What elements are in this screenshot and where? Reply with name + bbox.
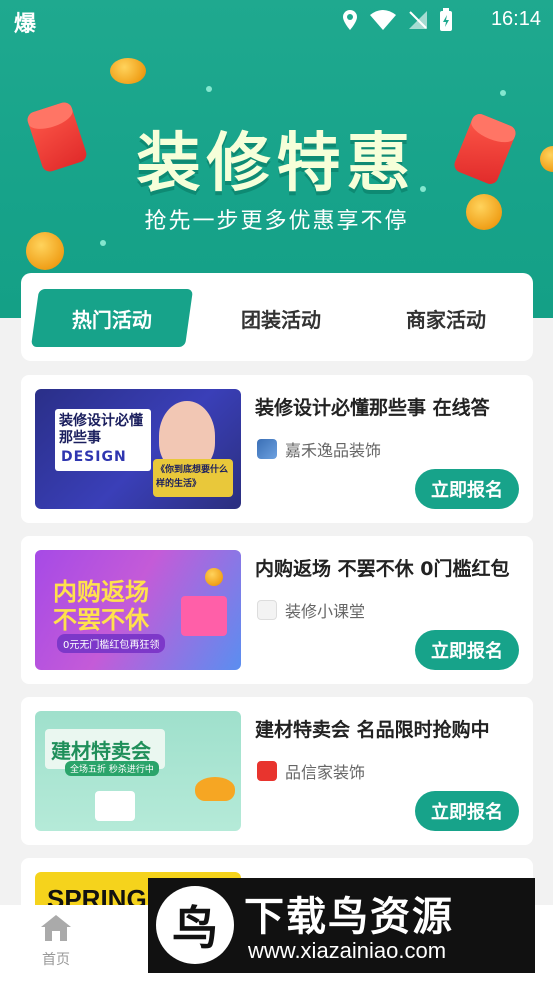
- shop-name: 品信家装饰: [285, 763, 366, 782]
- tab-merchant-activities[interactable]: 商家活动: [386, 289, 506, 347]
- tab-group-activities[interactable]: 团装活动: [221, 289, 341, 347]
- activity-card[interactable]: 内购返场 不罢不休 0元无门槛红包再狂领 内购返场 不罢不休 0门槛红包 装修小…: [21, 536, 533, 684]
- activity-title: 装修设计必懂那些事 在线答: [255, 397, 490, 419]
- watermark-title: 下载鸟资源: [244, 894, 454, 940]
- thumbnail-headline: 装修设计必懂那些事: [59, 413, 143, 446]
- shop-logo-icon: [257, 600, 277, 620]
- activity-tabs: 热门活动 团装活动 商家活动: [21, 273, 533, 361]
- sparkle-decoration: [206, 86, 212, 92]
- activity-thumbnail: 建材特卖会 全场五折 秒杀进行中: [35, 711, 241, 831]
- thumbnail-headline: 建材特卖会: [51, 739, 151, 763]
- coin-decoration: [110, 58, 146, 84]
- signup-button[interactable]: 立即报名: [415, 630, 519, 670]
- shop-logo-icon: [257, 761, 277, 781]
- watermark-url: www.xiazainiao.com: [248, 938, 447, 963]
- thumbnail-tag: 全场五折 秒杀进行中: [65, 761, 159, 776]
- promo-hero-banner: 爆 16:14 装修特惠 抢先一步更多优惠享不停: [0, 0, 553, 318]
- shop-logo-icon: [257, 439, 277, 459]
- location-icon: [343, 10, 357, 30]
- product-decoration: [95, 791, 135, 821]
- sparkle-decoration: [100, 240, 106, 246]
- status-icons: [341, 8, 453, 32]
- coin-decoration: [26, 232, 64, 270]
- chair-decoration: [195, 777, 235, 801]
- activity-thumbnail: 装修设计必懂那些事 DESIGN 《你到底想要什么样的生活》: [35, 389, 241, 509]
- shop-info: 装修小课堂: [257, 598, 365, 622]
- status-time: 16:14: [490, 8, 541, 30]
- home-icon: [39, 913, 73, 943]
- tab-hot-activities[interactable]: 热门活动: [30, 289, 194, 347]
- tab-label: 热门活动: [72, 307, 152, 332]
- thumbnail-subheadline: 不罢不休: [53, 606, 149, 634]
- wifi-icon: [370, 10, 396, 30]
- shop-name: 装修小课堂: [285, 602, 366, 621]
- gift-box-decoration: [181, 596, 227, 636]
- tab-label: 商家活动: [406, 307, 486, 332]
- tab-label: 团装活动: [241, 307, 321, 332]
- hero-subtitle: 抢先一步更多优惠享不停: [144, 209, 409, 234]
- nav-item-home[interactable]: 首页: [30, 913, 82, 969]
- status-bar: 爆 16:14: [0, 0, 553, 40]
- shop-info: 嘉禾逸品装饰: [257, 437, 381, 461]
- battery-icon: [440, 8, 452, 31]
- activity-thumbnail: 内购返场 不罢不休 0元无门槛红包再狂领: [35, 550, 241, 670]
- hero-title: 装修特惠: [136, 127, 417, 201]
- coin-decoration: [205, 568, 223, 586]
- shop-name: 嘉禾逸品装饰: [285, 441, 382, 460]
- signal-off-icon: [409, 11, 427, 29]
- thumbnail-quote: 《你到底想要什么样的生活》: [156, 465, 229, 489]
- shop-info: 品信家装饰: [257, 759, 365, 783]
- nav-home-label: 首页: [42, 952, 70, 968]
- app-notification-icon: 爆: [14, 12, 37, 37]
- signup-button[interactable]: 立即报名: [415, 469, 519, 509]
- sparkle-decoration: [500, 90, 506, 96]
- thumbnail-tag: 0元无门槛红包再狂领: [57, 634, 166, 653]
- activity-title: 内购返场 不罢不休 0门槛红包: [255, 558, 510, 580]
- signup-button[interactable]: 立即报名: [415, 791, 519, 831]
- thumbnail-design-label: DESIGN: [61, 449, 127, 465]
- activity-title: 建材特卖会 名品限时抢购中: [255, 719, 490, 741]
- activity-card[interactable]: 装修设计必懂那些事 DESIGN 《你到底想要什么样的生活》 装修设计必懂那些事…: [21, 375, 533, 523]
- watermark-logo: 鸟: [156, 886, 234, 964]
- activity-card[interactable]: 建材特卖会 全场五折 秒杀进行中 建材特卖会 名品限时抢购中 品信家装饰 立即报…: [21, 697, 533, 845]
- watermark-banner: 鸟 下载鸟资源 www.xiazainiao.com: [148, 878, 535, 973]
